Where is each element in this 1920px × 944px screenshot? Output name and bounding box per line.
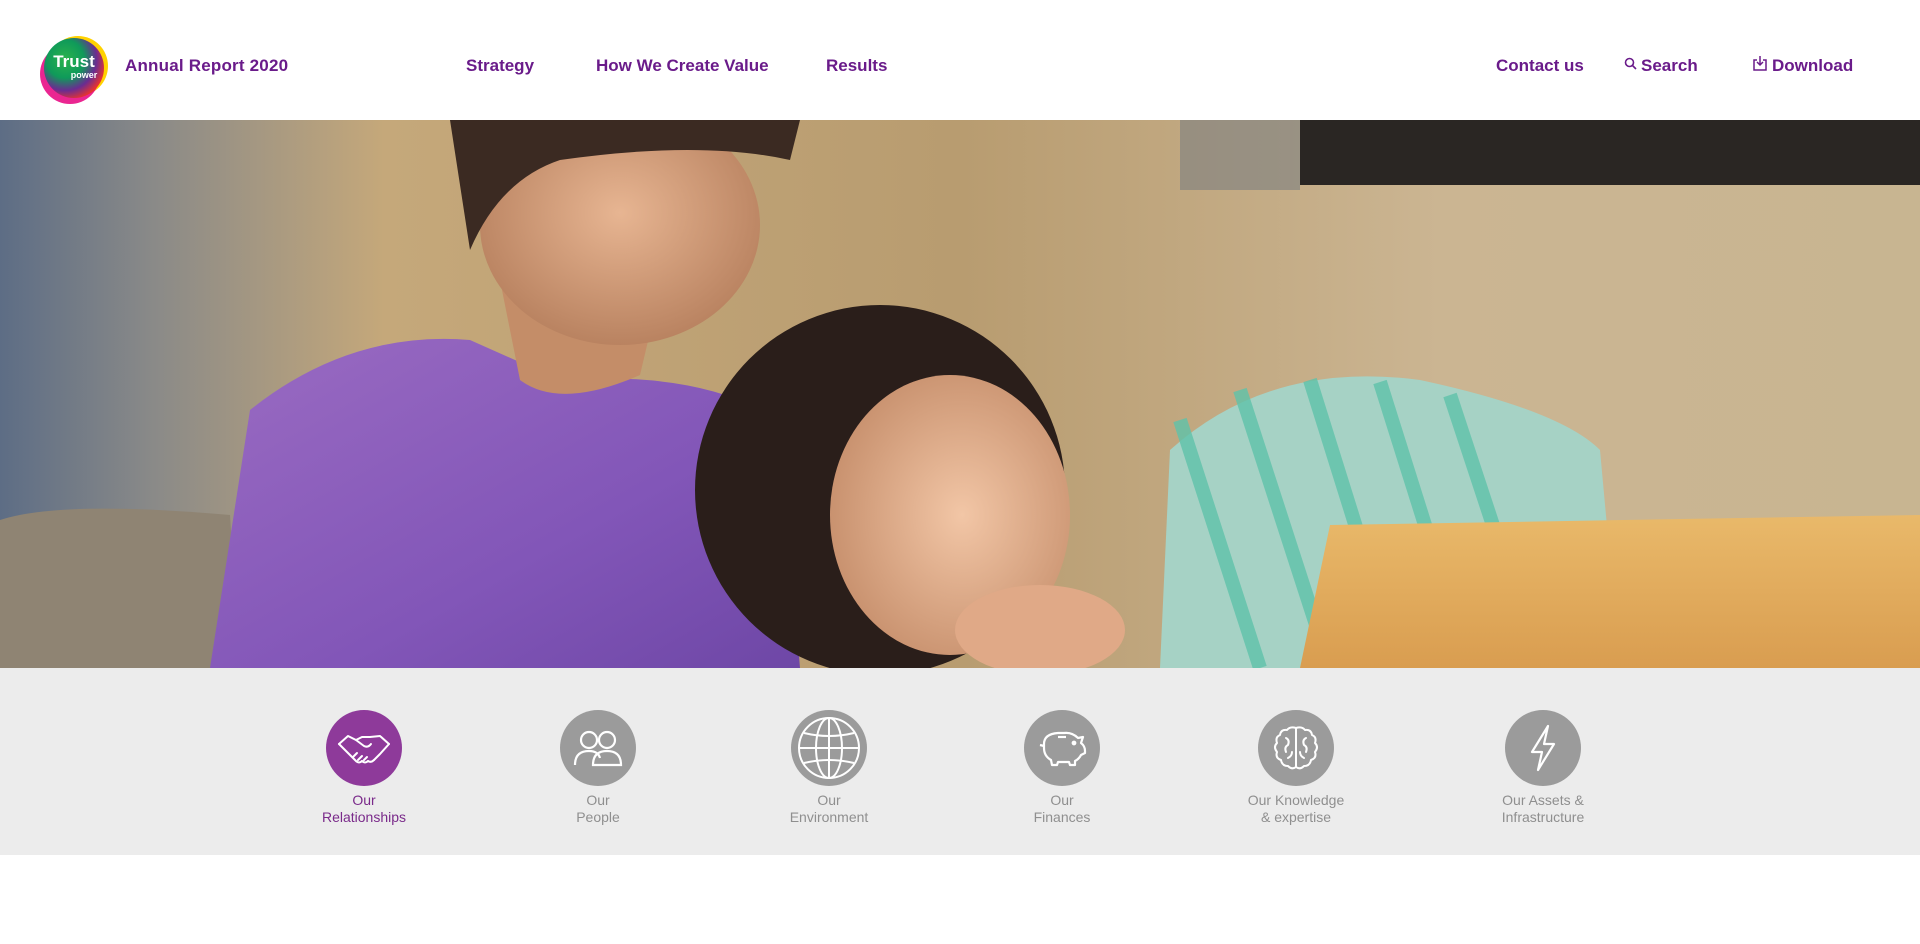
- capital-label: Our Environment: [789, 792, 869, 825]
- capital-our-finances[interactable]: Our Finances: [982, 710, 1142, 826]
- capital-label: Our People: [576, 792, 620, 825]
- globe-icon: [791, 710, 867, 786]
- svg-text:Trust: Trust: [53, 52, 95, 71]
- capital-our-environment[interactable]: Our Environment: [749, 710, 909, 826]
- capital-label: Our Knowledge & expertise: [1247, 792, 1345, 825]
- site-header: Trust power Annual Report 2020 Strategy …: [0, 0, 1920, 120]
- nav-contact-us[interactable]: Contact us: [1496, 56, 1584, 76]
- report-title[interactable]: Annual Report 2020: [125, 56, 288, 76]
- capitals-strip: Our Relationships Our People Our Environ: [0, 668, 1920, 855]
- capital-label: Our Assets & Infrastructure: [1501, 792, 1585, 825]
- capital-our-people[interactable]: Our People: [518, 710, 678, 826]
- svg-text:power: power: [71, 70, 98, 80]
- brain-icon: [1258, 710, 1334, 786]
- piggy-bank-icon: [1024, 710, 1100, 786]
- trustpower-logo[interactable]: Trust power: [40, 34, 112, 104]
- capital-our-knowledge[interactable]: Our Knowledge & expertise: [1216, 710, 1376, 826]
- search-icon: [1624, 55, 1637, 75]
- nav-download[interactable]: Download: [1752, 55, 1854, 76]
- nav-how-we-create-value[interactable]: How We Create Value: [596, 56, 769, 76]
- download-label: Download: [1772, 56, 1854, 75]
- capital-label: Our Finances: [1033, 792, 1091, 825]
- nav-results[interactable]: Results: [826, 56, 887, 76]
- lightning-icon: [1505, 710, 1581, 786]
- capital-our-relationships[interactable]: Our Relationships: [284, 710, 444, 826]
- handshake-icon: [326, 710, 402, 786]
- nav-search[interactable]: Search: [1624, 56, 1698, 76]
- people-icon: [560, 710, 636, 786]
- hero-image: [0, 120, 1920, 668]
- capital-our-assets[interactable]: Our Assets & Infrastructure: [1463, 710, 1623, 826]
- nav-strategy[interactable]: Strategy: [466, 56, 534, 76]
- capital-label: Our Relationships: [321, 792, 407, 825]
- search-label: Search: [1641, 56, 1698, 75]
- download-icon: [1752, 55, 1768, 76]
